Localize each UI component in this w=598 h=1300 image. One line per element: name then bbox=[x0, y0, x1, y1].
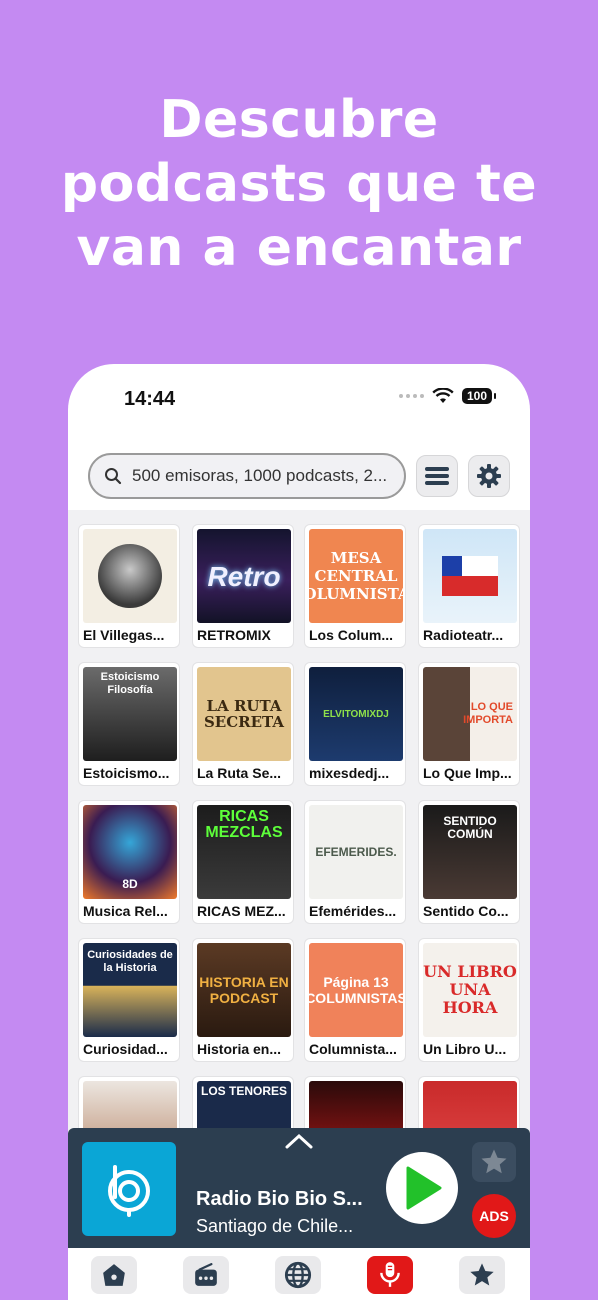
podcast-title: Columnista... bbox=[309, 1041, 397, 1057]
podcast-title: mixesdedj... bbox=[309, 765, 390, 781]
tab-home[interactable] bbox=[91, 1256, 137, 1294]
headline-line-1: Descubre bbox=[159, 90, 439, 150]
podcast-cover: Estoicismo Filosofía bbox=[83, 667, 177, 761]
home-icon bbox=[103, 1264, 125, 1286]
podcast-cover: SENTIDO COMÚN bbox=[423, 805, 517, 899]
podcast-cover: EFEMERIDES. bbox=[309, 805, 403, 899]
status-indicators: 100 bbox=[399, 388, 496, 404]
podcast-card[interactable]: ELVITOMIXDJ mixesdedj... bbox=[304, 662, 406, 786]
menu-button[interactable] bbox=[416, 455, 458, 497]
podcast-card[interactable]: RICAS MEZCLAS RICAS MEZ... bbox=[192, 800, 294, 924]
podcast-title: Sentido Co... bbox=[423, 903, 509, 919]
podcast-title: Lo Que Imp... bbox=[423, 765, 512, 781]
podcast-cover bbox=[83, 529, 177, 623]
biobio-logo-icon bbox=[108, 1165, 150, 1217]
podcast-card[interactable]: Retro RETROMIX bbox=[192, 524, 294, 648]
headline: Descubre podcasts que te van a encantar bbox=[0, 88, 598, 280]
station-location: Santiago de Chile... bbox=[196, 1216, 354, 1236]
podcast-card[interactable]: HISTORIA EN PODCAST Historia en... bbox=[192, 938, 294, 1062]
podcast-card[interactable]: SENTIDO COMÚN Sentido Co... bbox=[418, 800, 520, 924]
podcast-cover: LA RUTA SECRETA bbox=[197, 667, 291, 761]
podcast-cover: 8D bbox=[83, 805, 177, 899]
podcast-title: Estoicismo... bbox=[83, 765, 170, 781]
tab-explore[interactable] bbox=[275, 1256, 321, 1294]
favorite-button[interactable] bbox=[472, 1142, 516, 1182]
globe-icon bbox=[284, 1261, 312, 1289]
podcast-title: RICAS MEZ... bbox=[197, 903, 286, 919]
mini-player[interactable]: Radio Bio Bio S... Santiago de Chile... … bbox=[68, 1128, 530, 1248]
podcast-title: Musica Rel... bbox=[83, 903, 168, 919]
chevron-up-icon[interactable] bbox=[284, 1132, 314, 1150]
podcast-title: Historia en... bbox=[197, 1041, 282, 1057]
podcast-title: Radioteatr... bbox=[423, 627, 504, 643]
star-icon bbox=[481, 1149, 507, 1174]
gear-icon bbox=[477, 464, 501, 488]
podcast-cover: LO QUE IMPORTA bbox=[423, 667, 517, 761]
podcast-card[interactable]: 8D Musica Rel... bbox=[78, 800, 180, 924]
podcast-card[interactable]: LO QUE IMPORTA Lo Que Imp... bbox=[418, 662, 520, 786]
tab-podcasts[interactable] bbox=[367, 1256, 413, 1294]
station-logo bbox=[82, 1142, 176, 1236]
menu-icon bbox=[425, 467, 449, 485]
wifi-icon bbox=[432, 388, 454, 403]
podcast-cover: MESA CENTRAL COLUMNISTAS bbox=[309, 529, 403, 623]
tab-bar bbox=[68, 1248, 530, 1300]
headline-line-2: podcasts que te bbox=[60, 154, 538, 214]
station-title: Radio Bio Bio S... bbox=[196, 1188, 363, 1210]
podcast-title: La Ruta Se... bbox=[197, 765, 282, 781]
podcast-cover bbox=[423, 529, 517, 623]
podcast-card[interactable]: UN LIBRO UNA HORA Un Libro U... bbox=[418, 938, 520, 1062]
tab-favorites[interactable] bbox=[459, 1256, 505, 1294]
podcast-card[interactable]: MESA CENTRAL COLUMNISTAS Los Colum... bbox=[304, 524, 406, 648]
podcast-cover: UN LIBRO UNA HORA bbox=[423, 943, 517, 1037]
podcast-cover: RICAS MEZCLAS bbox=[197, 805, 291, 899]
microphone-icon bbox=[380, 1262, 400, 1287]
podcast-title: RETROMIX bbox=[197, 627, 271, 643]
podcast-card[interactable]: Radioteatr... bbox=[418, 524, 520, 648]
podcast-cover: ELVITOMIXDJ bbox=[309, 667, 403, 761]
podcast-card[interactable]: Estoicismo Filosofía Estoicismo... bbox=[78, 662, 180, 786]
podcast-title: El Villegas... bbox=[83, 627, 165, 643]
headline-line-3: van a encantar bbox=[76, 218, 522, 278]
tab-radio[interactable] bbox=[183, 1256, 229, 1294]
podcast-cover: HISTORIA EN PODCAST bbox=[197, 943, 291, 1037]
search-placeholder: 500 emisoras, 1000 podcasts, 2... bbox=[132, 466, 388, 485]
search-field[interactable]: 500 emisoras, 1000 podcasts, 2... bbox=[88, 453, 406, 499]
podcast-card[interactable]: Página 13 COLUMNISTAS Columnista... bbox=[304, 938, 406, 1062]
status-time: 14:44 bbox=[124, 388, 176, 410]
radio-icon bbox=[195, 1263, 217, 1286]
ads-button[interactable]: ADS bbox=[472, 1194, 516, 1238]
podcast-title: Curiosidad... bbox=[83, 1041, 168, 1057]
podcast-cover: Retro bbox=[197, 529, 291, 623]
podcast-title: Efemérides... bbox=[309, 903, 397, 919]
podcast-card[interactable]: LA RUTA SECRETA La Ruta Se... bbox=[192, 662, 294, 786]
podcast-title: Un Libro U... bbox=[423, 1041, 507, 1057]
status-bar: 14:44 100 bbox=[68, 364, 530, 434]
search-icon bbox=[105, 468, 122, 485]
podcast-card[interactable]: Curiosidades de la Historia Curiosidad..… bbox=[78, 938, 180, 1062]
podcast-card[interactable]: EFEMERIDES. Efemérides... bbox=[304, 800, 406, 924]
play-button[interactable] bbox=[386, 1152, 458, 1224]
podcast-card[interactable]: El Villegas... bbox=[78, 524, 180, 648]
phone-screen: 14:44 100 500 emisoras, 1000 podcasts, 2… bbox=[68, 364, 530, 1300]
podcast-title: Los Colum... bbox=[309, 627, 393, 643]
signal-dots-icon bbox=[399, 394, 424, 398]
play-icon bbox=[406, 1166, 442, 1210]
star-icon bbox=[470, 1263, 494, 1286]
podcast-cover: Página 13 COLUMNISTAS bbox=[309, 943, 403, 1037]
battery-indicator: 100 bbox=[462, 388, 496, 404]
settings-button[interactable] bbox=[468, 455, 510, 497]
podcast-cover: Curiosidades de la Historia bbox=[83, 943, 177, 1037]
